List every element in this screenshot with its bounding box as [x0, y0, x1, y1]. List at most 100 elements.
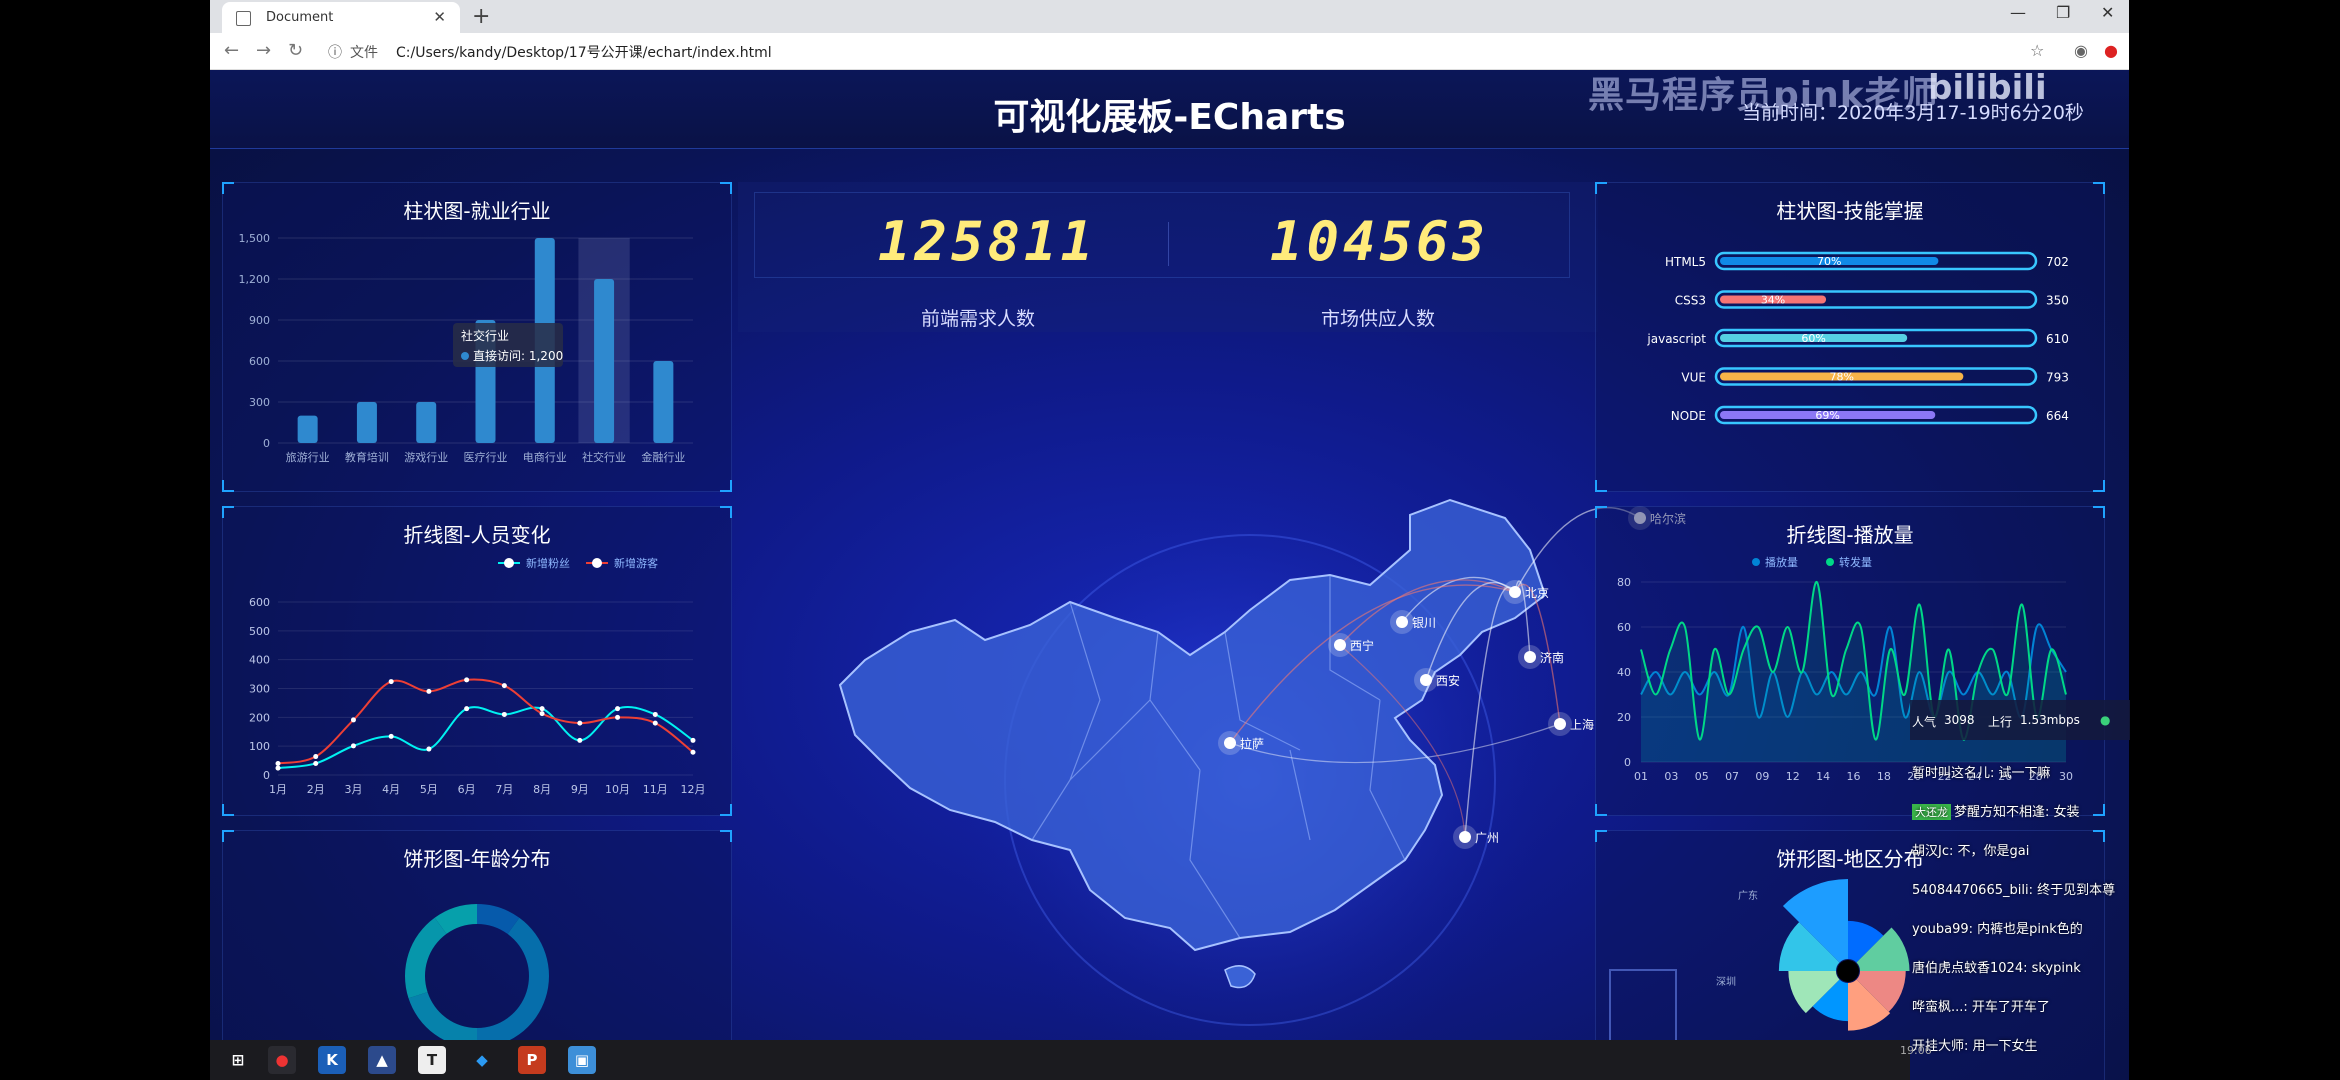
data-point [539, 706, 545, 712]
city-label: 拉萨 [1240, 736, 1264, 751]
skill-total: 793 [2046, 371, 2069, 385]
skill-name: VUE [1681, 371, 1706, 385]
city-label: 西安 [1436, 673, 1460, 688]
y-tick-label: 40 [1617, 666, 1631, 679]
skill-total: 350 [2046, 294, 2069, 308]
bar [356, 402, 377, 443]
skill-total: 610 [2046, 332, 2069, 346]
skill-name: NODE [1671, 409, 1706, 423]
tab-strip: Document ✕ + — ❐ ✕ [210, 0, 2129, 33]
x-tick-label: 旅游行业 [286, 450, 330, 464]
data-point [426, 688, 432, 694]
x-tick-label: 14 [1816, 770, 1830, 783]
bar [594, 279, 615, 443]
data-point [690, 749, 696, 755]
y-tick-label: 600 [249, 355, 270, 368]
data-point [275, 760, 281, 766]
taskbar: ⊞ ● K ▲ T ◆ P ▣ [210, 1040, 1910, 1080]
data-point [577, 737, 583, 743]
address-bar: ← → ↻ ⓘ 文件 C:/Users/kandy/Desktop/17号公开课… [210, 33, 2129, 70]
popularity-label: 人气 [1912, 715, 1937, 729]
x-tick-label: 教育培训 [345, 450, 389, 464]
legend-label: 播放量 [1765, 555, 1798, 569]
x-tick-label: 01 [1634, 770, 1648, 783]
reload-icon[interactable]: ↻ [288, 40, 303, 61]
skill-percent: 34% [1761, 294, 1785, 307]
bar [297, 415, 318, 443]
market-supply-number: 104563 [1270, 210, 1490, 273]
y-tick-label: 1,500 [239, 232, 271, 245]
chat-text: 梦醒方知不相逢: 女装 [1954, 805, 2080, 820]
x-tick-label: 5月 [420, 783, 438, 796]
chat-message: 哗蛮枫...: 开车了开车了 [1912, 996, 2050, 1015]
vscode-icon[interactable]: ◆ [468, 1046, 496, 1074]
city-label: 广州 [1475, 831, 1499, 845]
x-tick-label: 3月 [344, 783, 362, 796]
forward-icon[interactable]: → [256, 40, 271, 61]
kugou-icon[interactable]: K [318, 1046, 346, 1074]
chrome-icon[interactable]: ● [268, 1046, 296, 1074]
x-tick-label: 05 [1695, 770, 1709, 783]
chat-text: 暂时叫这名儿: 试一下嘛 [1912, 766, 2051, 781]
info-icon[interactable]: ⓘ [328, 42, 342, 62]
browser-tab[interactable]: Document ✕ [222, 2, 460, 33]
y-tick-label: 100 [249, 740, 270, 753]
skill-total: 664 [2046, 409, 2069, 423]
data-point [313, 760, 319, 766]
data-point [652, 720, 658, 726]
url-field[interactable]: C:/Users/kandy/Desktop/17号公开课/echart/ind… [396, 42, 772, 62]
taskbar-clock: 19:06 [1900, 1044, 1932, 1057]
x-tick-label: 7月 [495, 783, 513, 796]
skill-percent: 70% [1817, 255, 1841, 268]
city-marker [1334, 639, 1346, 651]
live-indicator-icon: ● [2100, 713, 2111, 727]
x-tick-label: 18 [1877, 770, 1891, 783]
x-tick-label: 医疗行业 [464, 450, 508, 464]
tooltip-text: 直接访问: 1,200 [473, 348, 563, 363]
line-chart-people: 0 100 200 300 400 500 600 1月 2月 3月 4月 5月 6月 7月 8月 9月 10月… [249, 556, 706, 796]
data-point [539, 711, 545, 717]
x-tick-label: 金融行业 [641, 450, 685, 464]
tab-title: Document [266, 10, 334, 25]
x-tick-label: 社交行业 [582, 450, 626, 464]
city-label: 上海 [1570, 717, 1594, 732]
region-label: 广东 [1738, 889, 1758, 902]
chat-message: 唐伯虎点蚊香1024: skypink [1912, 957, 2081, 976]
y-tick-label: 1,200 [239, 273, 271, 286]
profile-icon[interactable]: ◉ [2074, 41, 2088, 60]
close-tab-icon[interactable]: ✕ [433, 8, 446, 26]
chat-message: 胡汉Jc: 不，你是gai [1912, 840, 2029, 859]
new-tab-button[interactable]: + [472, 4, 490, 29]
y-tick-label: 300 [249, 683, 270, 696]
screen-recorder-icon[interactable]: ▣ [568, 1046, 596, 1074]
y-tick-label: 900 [249, 314, 270, 327]
photo-viewer-icon[interactable]: ▲ [368, 1046, 396, 1074]
city-label: 济南 [1540, 650, 1564, 665]
restore-icon[interactable]: ❐ [2056, 3, 2070, 22]
bookmark-star-icon[interactable]: ☆ [2030, 41, 2044, 60]
typora-icon[interactable]: T [418, 1046, 446, 1074]
bar-chart-skills: HTML5 70% 702 CSS3 34% 350 javascript 60% 610 VUE… [1646, 251, 2069, 425]
data-point [388, 733, 394, 739]
powerpoint-icon[interactable]: P [518, 1046, 546, 1074]
legend-label: 新增游客 [614, 556, 658, 570]
x-tick-label: 2月 [307, 783, 325, 796]
x-tick-label: 11月 [643, 783, 668, 796]
market-supply-label: 市场供应人数 [1320, 308, 1435, 330]
data-point [577, 720, 583, 726]
live-chat-overlay: 人气 3098 上行 1.53mbps ● 暂时叫这名儿: 试一下嘛 大还龙 梦醒方… [1910, 700, 2130, 1080]
windows-start-icon[interactable]: ⊞ [224, 1046, 252, 1074]
close-window-icon[interactable]: ✕ [2101, 3, 2114, 22]
extension-icon[interactable]: ● [2104, 41, 2118, 60]
data-point [275, 765, 281, 771]
minimize-icon[interactable]: — [2010, 3, 2026, 22]
x-tick-label: 12 [1786, 770, 1800, 783]
legend-marker [1752, 558, 1760, 566]
x-tick-label: 6月 [458, 783, 476, 796]
back-icon[interactable]: ← [224, 40, 239, 61]
city-marker [1224, 737, 1236, 749]
data-point [464, 706, 470, 712]
legend-marker [1826, 558, 1834, 566]
city-marker [1420, 674, 1432, 686]
dashboard: 可视化展板-ECharts 黑马程序员pink老师 bilibili 当前时间：… [210, 70, 2129, 1080]
